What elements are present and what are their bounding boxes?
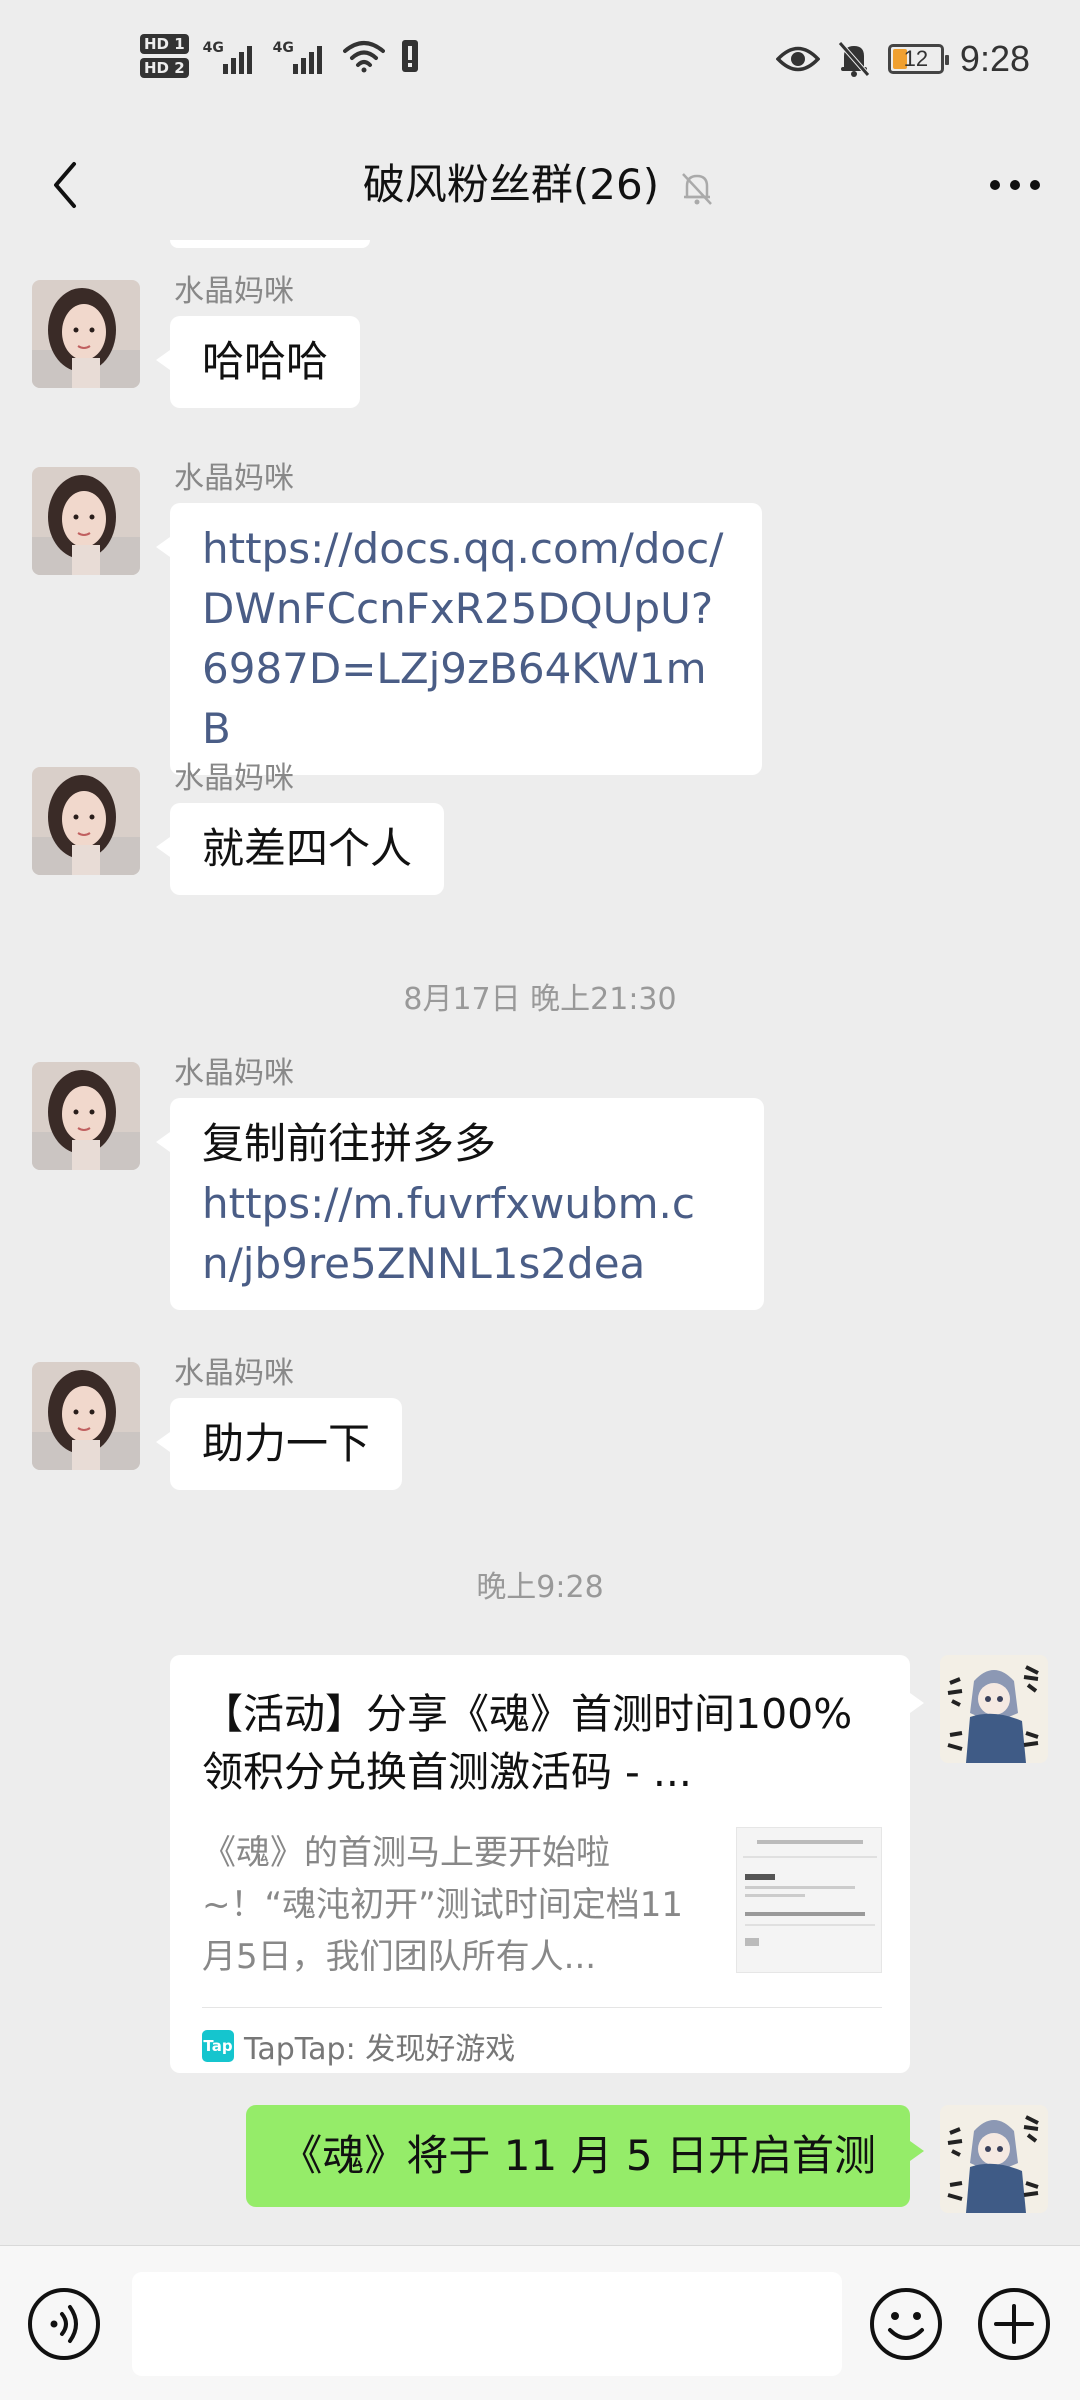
share-card[interactable]: 【活动】分享《魂》首测时间100%领积分兑换首测激活码 - ... 《魂》的首测… xyxy=(170,1655,924,2073)
taptap-logo-icon: Tap xyxy=(202,2030,234,2062)
message-bubble[interactable]: 哈哈哈 xyxy=(155,316,361,408)
avatar[interactable] xyxy=(32,280,140,388)
card-source-label: TapTap: 发现好游戏 xyxy=(244,2032,516,2067)
message-link[interactable]: https://docs.qq.com/doc/DWnFCcnFxR25DQUp… xyxy=(202,524,723,753)
message-bubble[interactable]: 就差四个人 xyxy=(155,803,445,895)
bell-off-icon xyxy=(838,41,870,77)
card-description: 《魂》的首测马上要开始啦~！“魂沌初开”测试时间定档11月5日，我们团队所有人.… xyxy=(202,1833,683,1977)
my-message-bubble[interactable]: 《魂》将于 11 月 5 日开启首测 xyxy=(246,2105,924,2207)
emoji-icon xyxy=(870,2288,942,2360)
more-dots-icon xyxy=(990,180,1040,190)
avatar[interactable] xyxy=(32,1362,140,1470)
avatar-self[interactable] xyxy=(940,2105,1048,2213)
network-label: 4G xyxy=(272,40,294,56)
sender-name: 水晶妈咪 xyxy=(174,461,294,496)
plus-icon xyxy=(978,2288,1050,2360)
card-source: Tap TapTap: 发现好游戏 xyxy=(202,2007,882,2068)
timestamp: 8月17日 晚上21:30 xyxy=(403,982,677,1017)
input-bar xyxy=(0,2245,1080,2400)
avatar-self[interactable] xyxy=(940,1655,1048,1763)
status-bar: HD 1 HD 2 4G 4G 12 9:28 xyxy=(0,0,1080,130)
message-input[interactable] xyxy=(132,2272,842,2376)
more-button[interactable] xyxy=(980,150,1050,220)
clock: 9:28 xyxy=(959,38,1030,79)
battery-icon: 12 xyxy=(887,44,949,74)
partial-message-bubble xyxy=(170,240,370,248)
signal-icon: 4G xyxy=(273,36,329,76)
avatar[interactable] xyxy=(32,767,140,875)
card-title: 【活动】分享《魂》首测时间100%领积分兑换首测激活码 - ... xyxy=(202,1690,853,1796)
sender-name: 水晶妈咪 xyxy=(174,274,294,309)
network-label: 4G xyxy=(202,40,224,56)
timestamp: 晚上9:28 xyxy=(476,1570,604,1605)
signal-icon: 4G xyxy=(203,36,259,76)
sender-name: 水晶妈咪 xyxy=(174,1056,294,1091)
sim1-label: HD 1 xyxy=(140,34,189,54)
message-bubble[interactable]: https://docs.qq.com/doc/DWnFCcnFxR25DQUp… xyxy=(156,503,762,775)
voice-icon xyxy=(28,2288,100,2360)
sim-indicators: HD 1 HD 2 xyxy=(140,34,189,78)
avatar[interactable] xyxy=(32,467,140,575)
chat-area[interactable]: 水晶妈咪 哈哈哈 水晶妈咪 https://docs.qq.com/doc/DW… xyxy=(0,240,1080,2245)
sim2-label: HD 2 xyxy=(140,58,189,78)
bell-off-icon xyxy=(682,172,713,205)
avatar[interactable] xyxy=(32,1062,140,1170)
alert-icon xyxy=(401,40,418,72)
card-thumbnail xyxy=(736,1827,882,1973)
sender-name: 水晶妈咪 xyxy=(174,1356,294,1391)
eye-icon xyxy=(775,46,820,72)
emoji-button[interactable] xyxy=(868,2286,944,2362)
battery-level: 12 xyxy=(903,46,929,71)
chat-header: 破风粉丝群(26) xyxy=(0,130,1080,240)
chat-title-row: 破风粉丝群(26) xyxy=(0,150,1080,220)
wifi-icon xyxy=(342,41,385,73)
message-bubble[interactable]: 复制前往拼多多 https://m.fuvrfxwubm.cn/jb9re5ZN… xyxy=(156,1098,764,1310)
message-text: 复制前往拼多多 xyxy=(202,1119,497,1168)
voice-button[interactable] xyxy=(26,2286,102,2362)
more-functions-button[interactable] xyxy=(976,2286,1052,2362)
chat-title: 破风粉丝群(26) xyxy=(362,160,660,209)
sender-name: 水晶妈咪 xyxy=(174,761,294,796)
message-link[interactable]: https://m.fuvrfxwubm.cn/jb9re5ZNNL1s2dea xyxy=(202,1179,695,1288)
message-bubble[interactable]: 助力一下 xyxy=(155,1398,403,1490)
